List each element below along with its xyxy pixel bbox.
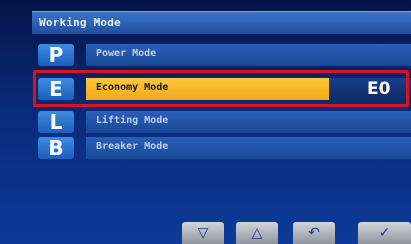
selection-highlight-frame <box>33 70 409 107</box>
mode-letter-badge: P <box>38 44 74 66</box>
mode-row-breaker[interactable]: B Breaker Mode <box>0 137 411 159</box>
down-arrow-icon[interactable]: ▽ <box>182 222 224 244</box>
mode-row-power[interactable]: P Power Mode <box>0 44 411 66</box>
return-icon[interactable]: ↶ <box>293 222 335 244</box>
mode-label: Lifting Mode <box>96 115 169 126</box>
mode-bar: Breaker Mode <box>86 137 411 159</box>
mode-bar: Lifting Mode <box>86 111 411 133</box>
screen-title: Working Mode <box>39 16 121 29</box>
up-arrow-icon[interactable]: △ <box>236 222 278 244</box>
mode-row-lifting[interactable]: L Lifting Mode <box>0 111 411 133</box>
monitor-screen: Working Mode P Power Mode E Economy Mode… <box>0 0 411 244</box>
confirm-check-icon[interactable]: ✓ <box>358 222 411 244</box>
mode-bar: Power Mode <box>86 44 411 66</box>
mode-letter-badge: L <box>38 111 74 133</box>
mode-letter-badge: B <box>38 137 74 159</box>
title-bar: Working Mode <box>32 11 411 34</box>
mode-label: Breaker Mode <box>96 141 169 152</box>
softkey-bar: ▽ △ ↶ ✓ <box>0 222 411 244</box>
mode-label: Power Mode <box>96 48 157 59</box>
